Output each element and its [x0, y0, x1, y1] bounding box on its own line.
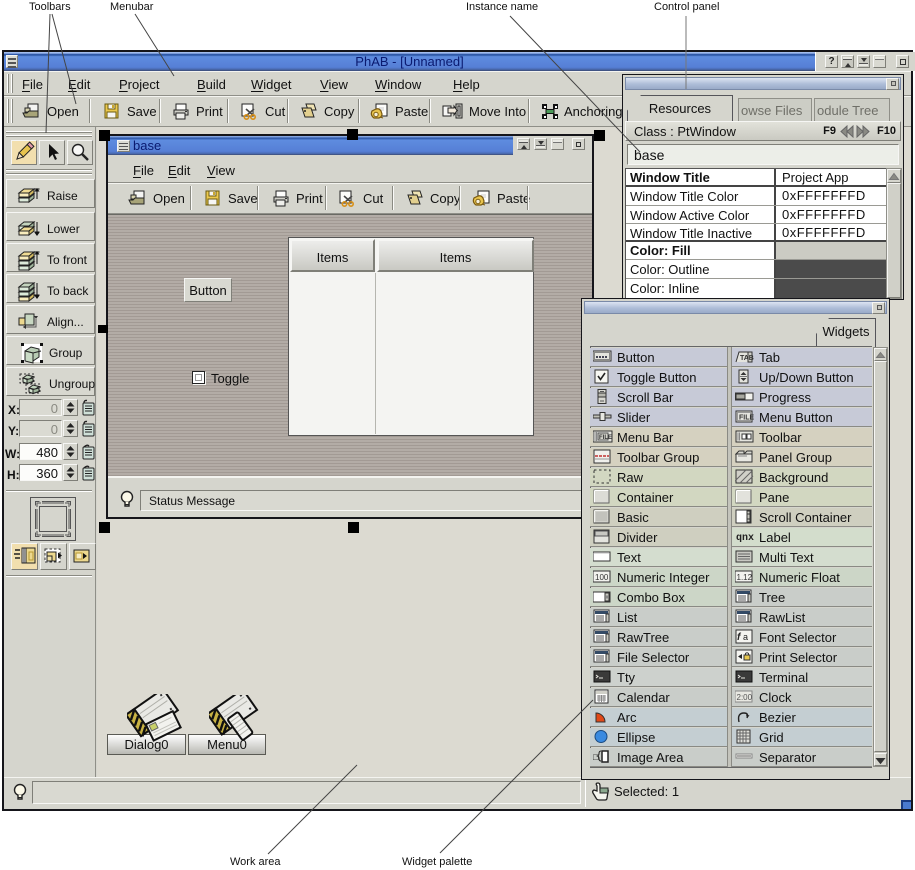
svg-text:TAB: TAB [740, 355, 754, 362]
svg-text:FILE: FILE [739, 415, 754, 422]
svg-text:2:00: 2:00 [737, 693, 753, 702]
svg-text:qnx: qnx [736, 533, 754, 544]
svg-text:1.12: 1.12 [737, 573, 753, 582]
svg-text:a: a [743, 632, 748, 642]
svg-text:100: 100 [595, 573, 609, 582]
svg-text:FILE: FILE [599, 435, 612, 441]
